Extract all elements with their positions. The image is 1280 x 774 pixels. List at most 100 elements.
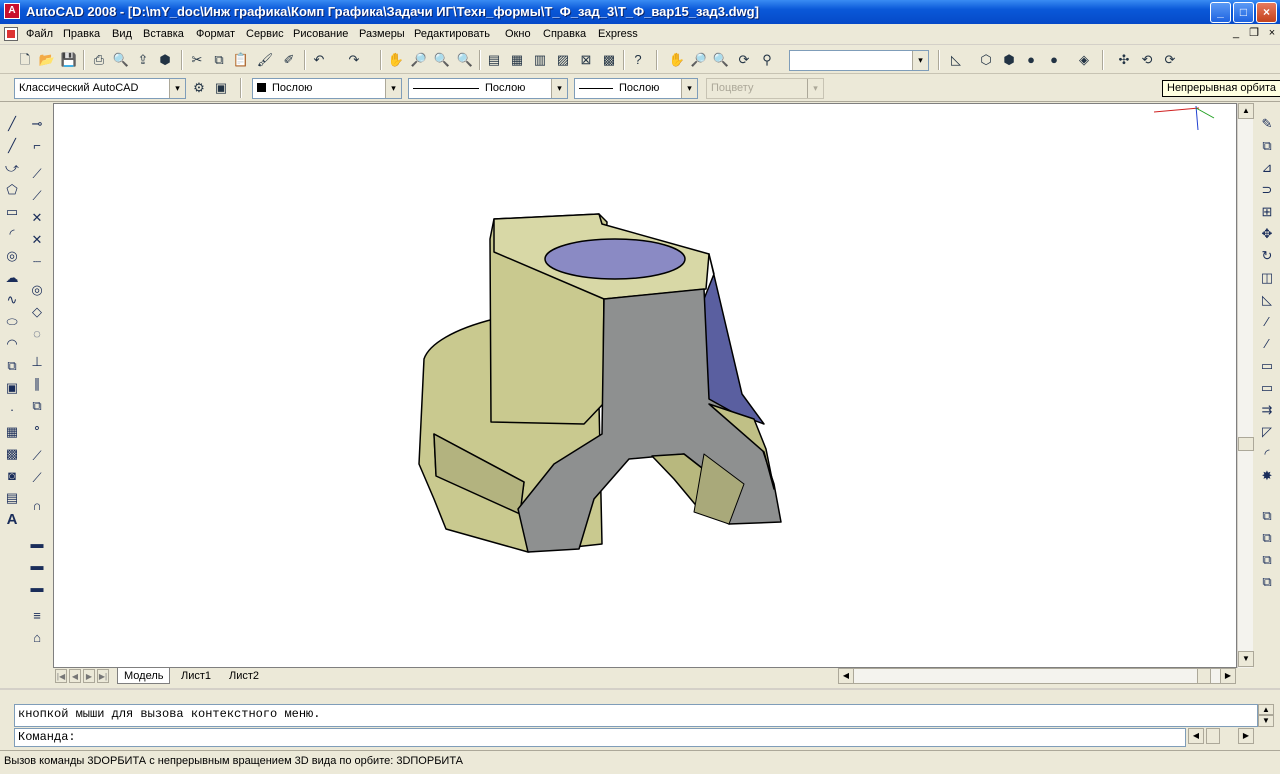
- offset-icon[interactable]: ⊃: [1258, 181, 1276, 199]
- polyline-icon[interactable]: ⤻: [3, 159, 21, 177]
- workspace-settings-icon[interactable]: ⚙: [190, 79, 208, 97]
- redo-icon[interactable]: ↷: [345, 51, 363, 69]
- chamfer-icon[interactable]: ◸: [1258, 423, 1276, 441]
- join-icon[interactable]: ⇉: [1258, 401, 1276, 419]
- tab-layout1[interactable]: Лист1: [175, 668, 217, 684]
- mtext-icon[interactable]: A: [3, 511, 21, 529]
- tab-prev-button[interactable]: ◀: [69, 669, 81, 683]
- fillet-icon[interactable]: ◜: [1258, 445, 1276, 463]
- free-orbit-icon[interactable]: ⟲: [1138, 51, 1156, 69]
- ellipse-icon[interactable]: ⬭: [3, 313, 21, 331]
- dim-baseline-icon[interactable]: ≡: [28, 607, 46, 625]
- snap-intersection-icon[interactable]: ✕: [28, 209, 46, 227]
- spline-icon[interactable]: ∿: [3, 291, 21, 309]
- break-at-point-icon[interactable]: ▭: [1258, 357, 1276, 375]
- snap-node-icon[interactable]: ∘: [28, 419, 46, 437]
- pan-icon[interactable]: ✋: [387, 51, 405, 69]
- menu-express[interactable]: Express: [598, 28, 638, 40]
- polygon-icon[interactable]: ⬠: [3, 181, 21, 199]
- erase-icon[interactable]: ✎: [1258, 115, 1276, 133]
- block-editor-icon[interactable]: ✐: [280, 51, 298, 69]
- mdi-restore-button[interactable]: ❐: [1246, 27, 1262, 41]
- snap-tangent-icon[interactable]: ◌: [28, 325, 46, 343]
- quickcalc-icon[interactable]: ▩: [600, 51, 618, 69]
- zoom-previous-icon[interactable]: 🔍: [456, 51, 474, 69]
- line-icon[interactable]: ╱: [3, 115, 21, 133]
- tab-layout2[interactable]: Лист2: [223, 668, 265, 684]
- scale-icon[interactable]: ◫: [1258, 269, 1276, 287]
- insert-block-icon[interactable]: ⧉: [3, 357, 21, 375]
- draworder-back-icon[interactable]: ⧉: [1258, 529, 1276, 547]
- realistic-icon[interactable]: ●: [1045, 51, 1063, 69]
- minimize-button[interactable]: _: [1210, 2, 1231, 23]
- region-icon[interactable]: ◙: [3, 467, 21, 485]
- cmd-scroll-up-button[interactable]: ▲: [1258, 704, 1274, 715]
- save-icon[interactable]: 💾: [60, 51, 78, 69]
- scroll-right-button[interactable]: ▶: [1220, 668, 1236, 684]
- 3d-walk-icon[interactable]: ⚲: [758, 51, 776, 69]
- close-button[interactable]: ×: [1256, 2, 1277, 23]
- properties-icon[interactable]: ▤: [485, 51, 503, 69]
- explode-icon[interactable]: ✸: [1258, 467, 1276, 485]
- help-icon[interactable]: ?: [629, 51, 647, 69]
- tab-next-button[interactable]: ▶: [83, 669, 95, 683]
- paste-icon[interactable]: 📋: [232, 51, 250, 69]
- stretch-icon[interactable]: ◺: [1258, 291, 1276, 309]
- array-icon[interactable]: ⊞: [1258, 203, 1276, 221]
- menu-draw[interactable]: Рисование: [293, 28, 348, 40]
- snap-perpendicular-icon[interactable]: ⊥: [28, 353, 46, 371]
- dim-aligned-icon[interactable]: ▬: [28, 557, 46, 575]
- cmd-scroll-thumb[interactable]: [1206, 728, 1220, 744]
- menu-format[interactable]: Формат: [196, 28, 235, 40]
- cmd-scroll-right-button[interactable]: ▶: [1238, 728, 1254, 744]
- snap-none-icon[interactable]: ⟋: [28, 469, 46, 487]
- horizontal-scrollbar[interactable]: ◀ ▶: [838, 668, 1236, 684]
- gradient-icon[interactable]: ▩: [3, 445, 21, 463]
- table-icon[interactable]: ▤: [3, 489, 21, 507]
- mirror-icon[interactable]: ⊿: [1258, 159, 1276, 177]
- cut-icon[interactable]: ✂: [188, 51, 206, 69]
- zoom-window-icon[interactable]: 🔍: [433, 51, 451, 69]
- point-icon[interactable]: ·: [3, 401, 21, 419]
- menu-view[interactable]: Вид: [112, 28, 132, 40]
- tab-last-button[interactable]: ▶|: [97, 669, 109, 683]
- tool-palettes-icon[interactable]: ▥: [531, 51, 549, 69]
- workspace-save-icon[interactable]: ▣: [212, 79, 230, 97]
- dim-linear-icon[interactable]: ▬: [28, 535, 46, 553]
- snap-apparent-icon[interactable]: ✕: [28, 231, 46, 249]
- open-icon[interactable]: 📂: [38, 51, 56, 69]
- vertical-scrollbar[interactable]: ▲ ▼: [1237, 103, 1254, 668]
- plot-icon[interactable]: ⎙: [90, 51, 108, 69]
- undo-icon[interactable]: ↶: [310, 51, 328, 69]
- color-combo[interactable]: Послою ▾: [252, 78, 402, 99]
- scroll-down-button[interactable]: ▼: [1238, 651, 1254, 667]
- break-icon[interactable]: ▭: [1258, 379, 1276, 397]
- scroll-h-thumb[interactable]: [1197, 668, 1211, 684]
- autocad-app-icon[interactable]: A: [4, 3, 20, 19]
- scroll-left-button[interactable]: ◀: [838, 668, 854, 684]
- copy-clip-icon[interactable]: ⧉: [210, 51, 228, 69]
- arc-icon[interactable]: ◜: [3, 225, 21, 243]
- snap-midpoint-icon[interactable]: ⟋: [28, 187, 46, 205]
- cmd-scroll-down-button[interactable]: ▼: [1258, 715, 1274, 727]
- maximize-button[interactable]: □: [1233, 2, 1254, 23]
- sheet-set-icon[interactable]: ▨: [554, 51, 572, 69]
- snap-from-icon[interactable]: ⌐: [28, 137, 46, 155]
- workspace-combo[interactable]: Классический AutoCAD ▾: [14, 78, 186, 99]
- make-block-icon[interactable]: ▣: [3, 379, 21, 397]
- copy-icon[interactable]: ⧉: [1258, 137, 1276, 155]
- snap-center-icon[interactable]: ◎: [28, 281, 46, 299]
- draworder-front-icon[interactable]: ⧉: [1258, 507, 1276, 525]
- menu-help[interactable]: Справка: [543, 28, 586, 40]
- 3d-swivel-icon[interactable]: ⟳: [735, 51, 753, 69]
- menu-insert[interactable]: Вставка: [143, 28, 184, 40]
- menu-file[interactable]: Файл: [26, 28, 53, 40]
- trim-icon[interactable]: ⁄: [1258, 313, 1276, 331]
- plot-preview-icon[interactable]: 🔍: [112, 51, 130, 69]
- snap-insert-icon[interactable]: ⧉: [28, 397, 46, 415]
- snap-nearest-icon[interactable]: ⟋: [28, 447, 46, 465]
- snap-quadrant-icon[interactable]: ◇: [28, 303, 46, 321]
- mdi-close-button[interactable]: ×: [1264, 27, 1280, 41]
- ellipse-arc-icon[interactable]: ◠: [3, 335, 21, 353]
- tab-first-button[interactable]: |◀: [55, 669, 67, 683]
